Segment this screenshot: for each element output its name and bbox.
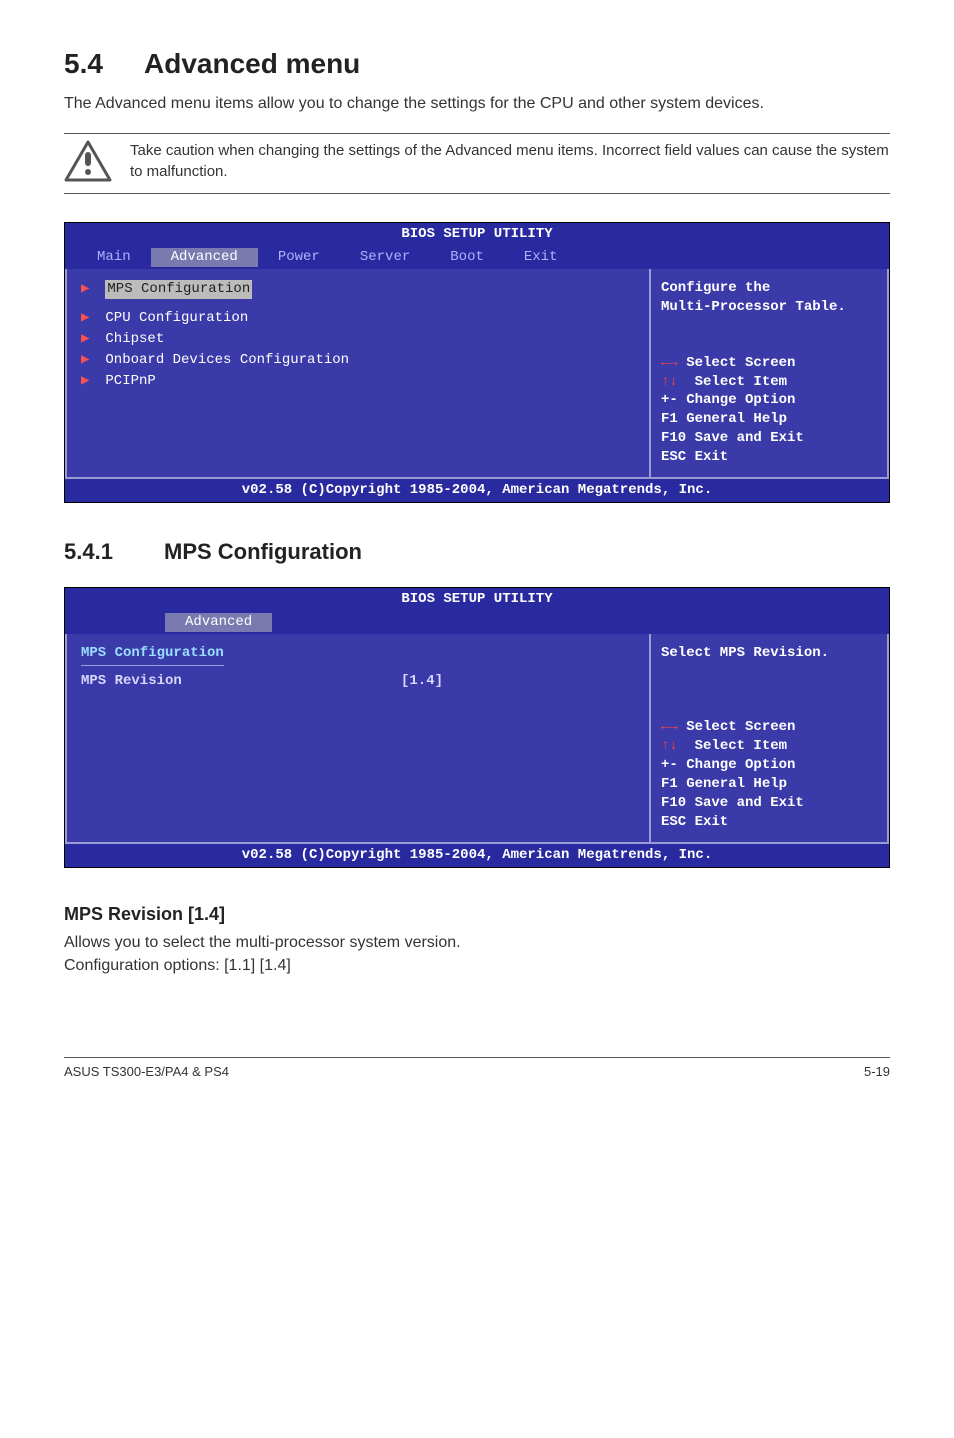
bios-right-pane: Configure the Multi-Processor Table. ←→ …: [651, 269, 889, 479]
key-save-exit: F10 Save and Exit: [661, 429, 877, 448]
footer-product-name: ASUS TS300-E3/PA4 & PS4: [64, 1064, 229, 1079]
field-description-line2: Configuration options: [1.1] [1.4]: [64, 954, 890, 977]
bios-screenshot-advanced-menu: BIOS SETUP UTILITY Main Advanced Power S…: [64, 222, 890, 503]
caution-text: Take caution when changing the settings …: [112, 140, 890, 182]
key-select-item: ↑↓ Select Item: [661, 373, 877, 392]
key-general-help: F1 General Help: [661, 410, 877, 429]
bios-help-line1: Configure the: [661, 279, 877, 298]
bios-section-header: MPS Configuration: [81, 644, 224, 666]
bios-tab-bar: Main Advanced Power Server Boot Exit: [65, 246, 889, 269]
menu-item-onboard-devices: Onboard Devices Configuration: [105, 352, 349, 368]
submenu-arrow-icon: ▶: [81, 309, 97, 328]
submenu-arrow-icon: ▶: [81, 351, 97, 370]
field-description-line1: Allows you to select the multi-processor…: [64, 931, 890, 954]
bios-key-legend: ←→ Select Screen ↑↓ Select Item +- Chang…: [661, 718, 877, 831]
bios-title: BIOS SETUP UTILITY: [65, 223, 889, 246]
menu-item-pcipnp: PCIPnP: [105, 373, 155, 389]
page-heading: 5.4Advanced menu: [64, 48, 890, 80]
submenu-arrow-icon: ▶: [81, 330, 97, 349]
bios-help-text: Select MPS Revision.: [661, 644, 877, 704]
key-change-option: +- Change Option: [661, 756, 877, 775]
key-select-screen: ←→ Select Screen: [661, 354, 877, 373]
key-select-screen: ←→ Select Screen: [661, 718, 877, 737]
menu-item-cpu-configuration: CPU Configuration: [105, 310, 248, 326]
bios-tab-exit: Exit: [504, 248, 578, 267]
bios-help-line2: Multi-Processor Table.: [661, 298, 877, 317]
caution-icon: [64, 140, 112, 187]
bios-key-legend: ←→ Select Screen ↑↓ Select Item +- Chang…: [661, 354, 877, 467]
heading-number: 5.4: [64, 48, 144, 80]
footer-page-number: 5-19: [864, 1064, 890, 1079]
menu-item-chipset: Chipset: [105, 331, 164, 347]
key-esc-exit: ESC Exit: [661, 813, 877, 832]
submenu-arrow-icon: ▶: [81, 372, 97, 391]
menu-item-mps-configuration: MPS Configuration: [105, 280, 252, 299]
lead-paragraph: The Advanced menu items allow you to cha…: [64, 92, 890, 115]
bios-left-pane: MPS Configuration MPS Revision [1.4]: [65, 634, 651, 844]
bios-tab-boot: Boot: [430, 248, 504, 267]
bios-tab-power: Power: [258, 248, 340, 267]
key-save-exit: F10 Save and Exit: [661, 794, 877, 813]
bios-copyright-footer: v02.58 (C)Copyright 1985-2004, American …: [65, 844, 889, 867]
submenu-arrow-icon: ▶: [81, 280, 97, 299]
page-footer: ASUS TS300-E3/PA4 & PS4 5-19: [64, 1057, 890, 1079]
key-change-option: +- Change Option: [661, 391, 877, 410]
bios-left-pane: ▶ MPS Configuration ▶ CPU Configuration …: [65, 269, 651, 479]
bios-right-pane: Select MPS Revision. ←→ Select Screen ↑↓…: [651, 634, 889, 844]
field-value-mps-revision: [1.4]: [401, 672, 443, 691]
key-select-item: ↑↓ Select Item: [661, 737, 877, 756]
field-heading-mps-revision: MPS Revision [1.4]: [64, 904, 890, 925]
caution-note: Take caution when changing the settings …: [64, 133, 890, 194]
key-esc-exit: ESC Exit: [661, 448, 877, 467]
bios-tab-bar: Advanced: [65, 611, 889, 634]
bios-screenshot-mps-configuration: BIOS SETUP UTILITY Advanced MPS Configur…: [64, 587, 890, 868]
bios-copyright-footer: v02.58 (C)Copyright 1985-2004, American …: [65, 479, 889, 502]
subheading-number: 5.4.1: [64, 539, 164, 565]
bios-tab-advanced: Advanced: [151, 248, 258, 267]
bios-title: BIOS SETUP UTILITY: [65, 588, 889, 611]
field-label-mps-revision: MPS Revision: [81, 672, 401, 691]
bios-tab-main: Main: [77, 248, 151, 267]
heading-title: Advanced menu: [144, 48, 360, 79]
bios-tab-server: Server: [340, 248, 430, 267]
subheading-title: MPS Configuration: [164, 539, 362, 564]
subsection-heading: 5.4.1MPS Configuration: [64, 539, 890, 565]
bios-tab-advanced: Advanced: [165, 613, 272, 632]
key-general-help: F1 General Help: [661, 775, 877, 794]
